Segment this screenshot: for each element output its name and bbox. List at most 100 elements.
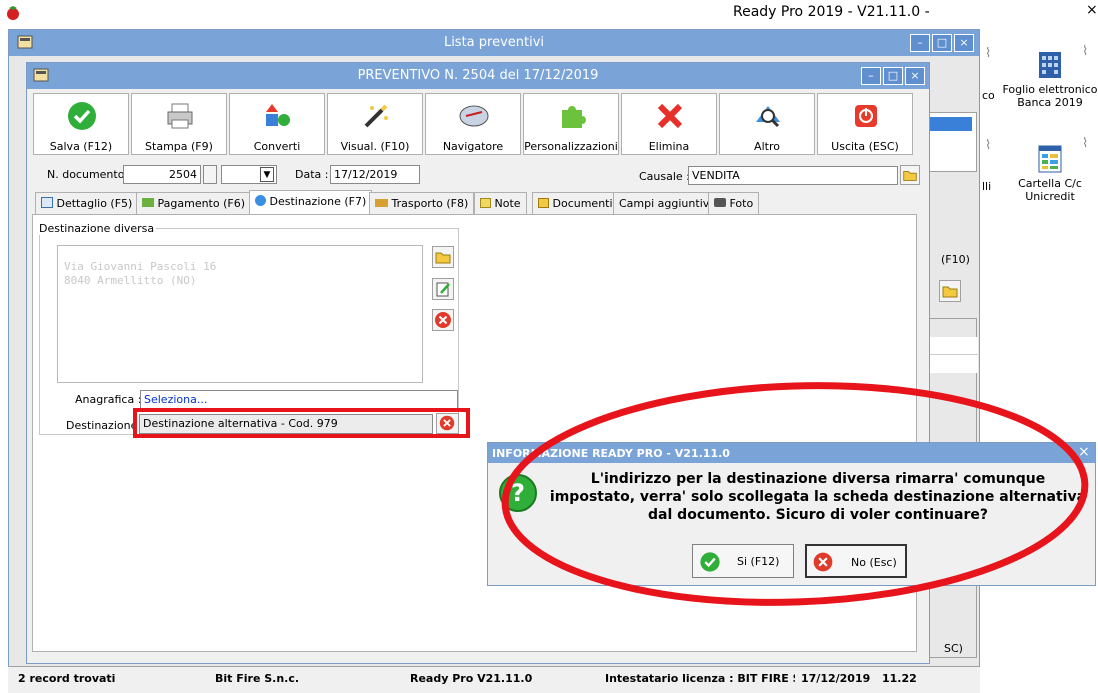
doc-number-label: N. documento : [47, 168, 132, 181]
compass-icon [459, 105, 489, 127]
status-bar: 2 record trovati Bit Fire S.n.c. Ready P… [8, 666, 980, 693]
globe-icon [255, 195, 266, 206]
maximize-button[interactable]: □ [883, 67, 903, 85]
doc-number-field[interactable]: 2504 [123, 165, 201, 184]
desktop-icon-label: Foglio elettronico [1002, 83, 1098, 96]
address-line: Via Giovanni Pascoli 16 [64, 260, 217, 273]
save-button[interactable]: Salva (F12) [33, 93, 129, 155]
desktop-partial-label: lli [982, 180, 992, 193]
cancel-icon [435, 312, 451, 328]
highlight-rectangle [133, 408, 470, 438]
maximize-button[interactable]: □ [932, 34, 952, 52]
customize-button[interactable]: Personalizzazioni [523, 93, 619, 155]
folder-icon [903, 170, 917, 181]
spreadsheet-icon [1038, 145, 1062, 173]
status-company: Bit Fire S.n.c. [215, 672, 300, 685]
tab-trasporto[interactable]: Trasporto (F8) [369, 192, 475, 214]
doc-suffix-field[interactable] [203, 165, 217, 184]
print-button[interactable]: Stampa (F9) [131, 93, 227, 155]
tab-foto[interactable]: Foto [708, 192, 760, 214]
convert-button[interactable]: Converti [229, 93, 325, 155]
tab-label: Documenti [552, 197, 613, 210]
power-icon [855, 105, 877, 127]
clear-address-button[interactable] [432, 309, 454, 331]
app-title: Ready Pro 2019 - V21.11.0 - [733, 4, 930, 20]
folder-icon [538, 198, 549, 208]
view-button[interactable]: Visual. (F10) [327, 93, 423, 155]
lista-preventivi-titlebar: Lista preventivi – □ × [9, 30, 979, 56]
edit-icon [436, 282, 450, 297]
desktop-partial-label: co [982, 89, 995, 102]
button-label: Navigatore [442, 140, 504, 153]
anagrafica-field[interactable]: Seleziona... [140, 390, 458, 409]
minimize-button[interactable]: – [861, 67, 881, 85]
window-title: PREVENTIVO N. 2504 del 17/12/2019 [357, 68, 599, 83]
navigator-button[interactable]: Navigatore [425, 93, 521, 155]
other-button[interactable]: Altro [719, 93, 815, 155]
money-icon [142, 198, 154, 207]
button-label: Personalizzazioni [524, 140, 618, 153]
truck-icon [375, 199, 388, 207]
desktop-icon-label: Banca 2019 [1017, 96, 1083, 109]
app-titlebar: Ready Pro 2019 - V21.11.0 - × [0, 0, 1098, 26]
highlight-ellipse [501, 382, 1089, 606]
convert-shapes-icon [266, 104, 290, 126]
folder-icon [435, 252, 451, 264]
button-label: Stampa (F9) [145, 140, 213, 153]
window-title: Lista preventivi [443, 35, 545, 50]
button-label: Elimina [648, 140, 690, 153]
tab-destinazione[interactable]: Destinazione (F7) [249, 190, 373, 214]
anagrafica-label: Anagrafica : [75, 393, 142, 406]
check-icon [68, 102, 96, 130]
desktop-icon-cartella[interactable]: Cartella C/c Unicredit [1000, 144, 1098, 203]
date-label: Data : [295, 168, 329, 181]
group-title: Destinazione diversa [37, 222, 157, 235]
close-button[interactable]: × [954, 34, 974, 52]
minimize-button[interactable]: – [910, 34, 930, 52]
tab-label: Note [494, 197, 521, 210]
magnifier-icon [756, 106, 780, 128]
status-date: 17/12/2019 [801, 672, 871, 685]
tab-pagamento[interactable]: Pagamento (F6) [136, 192, 252, 214]
background-shortcut-label: SC) [944, 642, 963, 655]
causale-folder-button[interactable] [900, 165, 920, 185]
list-icon [41, 197, 53, 208]
clip-icon: ⌇ [985, 138, 992, 153]
clip-icon: ⌇ [985, 46, 992, 61]
button-label: Visual. (F10) [340, 140, 410, 153]
address-textarea[interactable]: Via Giovanni Pascoli 16 8040 Armellitto … [57, 245, 423, 383]
preventivo-titlebar: PREVENTIVO N. 2504 del 17/12/2019 – □ × [27, 63, 929, 89]
strawberry-icon [7, 6, 19, 20]
doc-series-dropdown[interactable]: ▼ [221, 165, 277, 184]
tab-note[interactable]: Note [474, 192, 527, 214]
open-folder-button[interactable] [432, 246, 454, 268]
note-icon [480, 198, 491, 208]
status-license: Intestatario licenza : BIT FIRE SNC [605, 672, 795, 685]
magic-wand-icon [364, 104, 388, 128]
tab-campi-aggiuntivi[interactable]: Campi aggiuntivi [613, 192, 719, 214]
app-close-icon[interactable]: × [1086, 2, 1098, 18]
edit-button[interactable] [432, 278, 454, 300]
close-button[interactable]: × [905, 67, 925, 85]
desktop-icon-foglio[interactable]: Foglio elettronico Banca 2019 [1000, 50, 1098, 109]
causale-field[interactable]: VENDITA [688, 166, 898, 185]
exit-button[interactable]: Uscita (ESC) [817, 93, 913, 155]
folder-button[interactable] [939, 280, 961, 302]
tab-label: Destinazione (F7) [269, 195, 367, 208]
puzzle-icon [562, 106, 586, 128]
button-label: Uscita (ESC) [831, 140, 899, 153]
tab-documenti[interactable]: Documenti [532, 192, 619, 214]
tab-label: Foto [729, 197, 754, 210]
status-records: 2 record trovati [18, 672, 116, 685]
button-label: Salva (F12) [49, 140, 113, 153]
status-version: Ready Pro V21.11.0 [410, 672, 533, 685]
printer-icon [167, 103, 193, 129]
tab-label: Campi aggiuntivi [619, 197, 713, 210]
tab-dettaglio[interactable]: Dettaglio (F5) [35, 192, 139, 214]
tab-label: Dettaglio (F5) [56, 197, 133, 210]
date-field[interactable]: 17/12/2019 [330, 165, 420, 184]
button-label: Altro [754, 140, 780, 153]
delete-button[interactable]: Elimina [621, 93, 717, 155]
folder-icon [942, 286, 958, 298]
tab-label: Trasporto (F8) [391, 197, 469, 210]
